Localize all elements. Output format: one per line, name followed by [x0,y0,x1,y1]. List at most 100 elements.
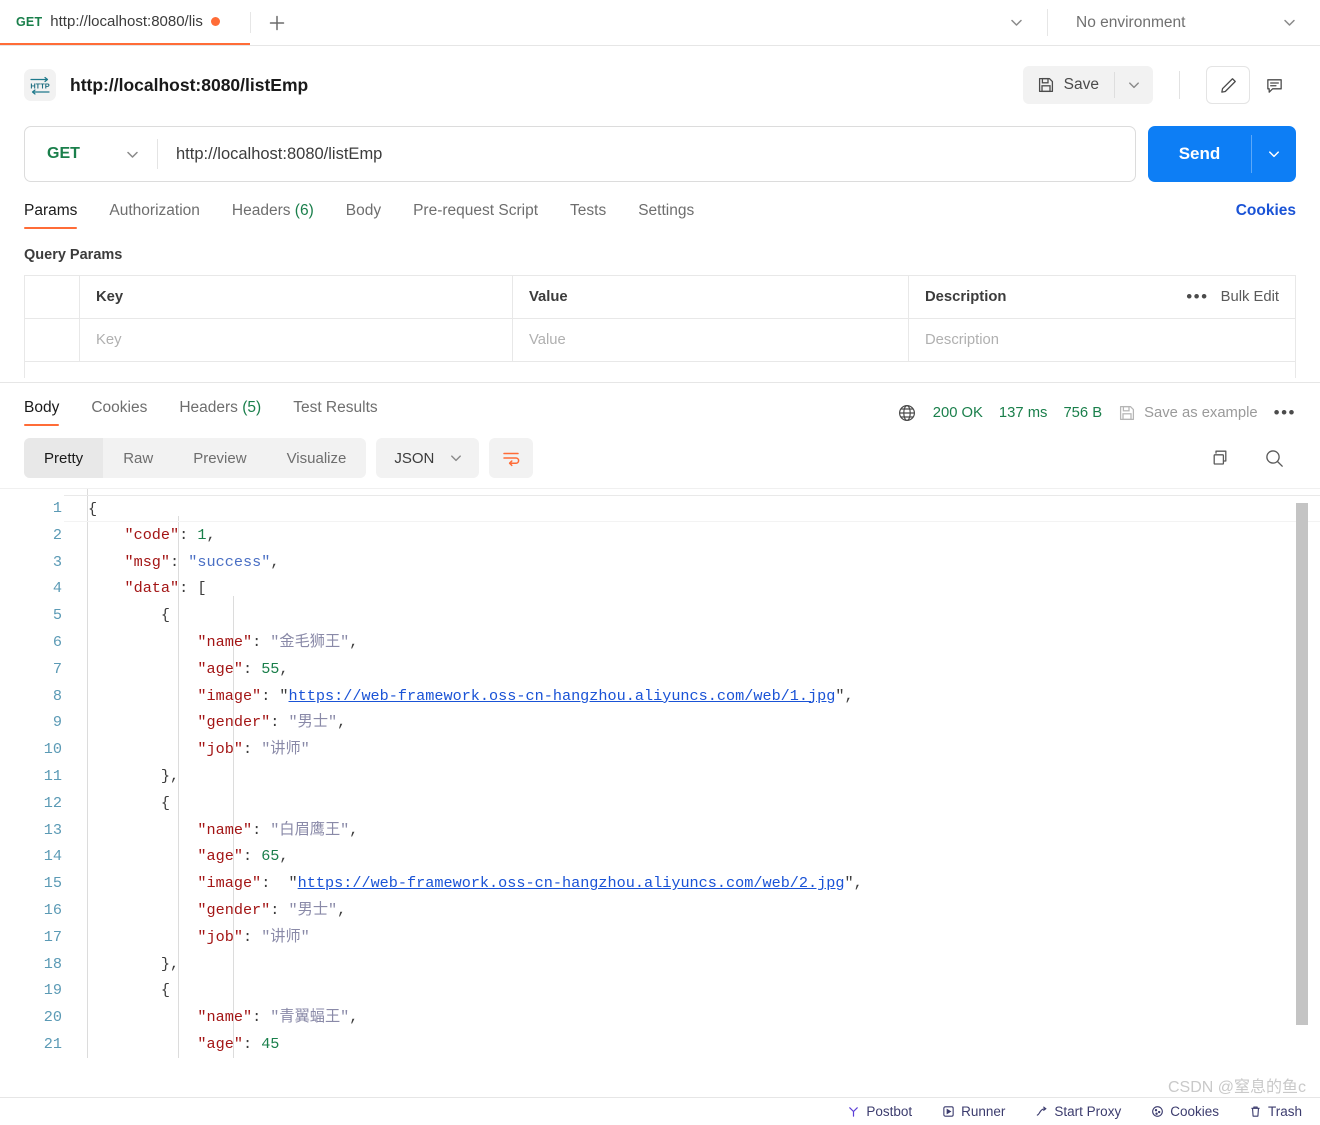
method-label: GET [47,145,80,162]
save-as-example-label: Save as example [1144,404,1258,421]
ellipsis-icon[interactable]: ••• [1186,287,1208,307]
environment-selector[interactable]: No environment [1048,0,1320,45]
url-input[interactable]: http://localhost:8080/listEmp [158,127,1135,181]
tabs-overflow-button[interactable] [985,0,1047,45]
runner-button[interactable]: Runner [942,1104,1005,1119]
line-number: 21 [43,1034,62,1053]
code-token: 55 [261,659,280,678]
scrollbar-thumb[interactable] [1296,503,1308,1025]
code-scroll-area[interactable]: 1 2 3 4 5 6 7 8 9 10 11 12 13 14 15 16 17 18 19 20 21 { "cod… [0,489,1320,1097]
code-line: { [76,602,1320,629]
start-proxy-button[interactable]: Start Proxy [1035,1104,1121,1119]
save-button-group: Save [1022,66,1153,104]
response-tab-cookies[interactable]: Cookies [91,399,147,426]
trash-button[interactable]: Trash [1249,1104,1302,1119]
view-mode-pretty[interactable]: Pretty [24,438,104,478]
view-mode-preview[interactable]: Preview [173,438,266,478]
tab-pre-request-script[interactable]: Pre-request Script [413,202,538,229]
code-link[interactable]: https://web-framework.oss-cn-hangzhou.al… [289,687,836,705]
view-mode-visualize[interactable]: Visualize [267,438,367,478]
code-token: , [279,659,289,678]
comment-button[interactable] [1252,66,1296,104]
language-selector[interactable]: JSON [376,438,480,478]
cookies-button[interactable]: Cookies [1151,1104,1219,1119]
code-token: "金毛狮王" [270,632,350,651]
code-token: "gender" [197,713,271,732]
query-params-title: Query Params [24,247,123,263]
globe-icon[interactable] [897,403,917,423]
save-as-example-button[interactable]: Save as example [1118,404,1258,422]
tab-settings[interactable]: Settings [638,202,694,229]
cookies-link[interactable]: Cookies [1236,202,1296,229]
edit-request-button[interactable] [1206,66,1250,104]
line-number: 3 [52,552,62,571]
code-token: { [88,500,98,518]
copy-response-button[interactable] [1198,438,1242,478]
line-number: 18 [43,954,62,973]
tab-authorization[interactable]: Authorization [109,202,199,229]
url-bar: GET http://localhost:8080/listEmp Send [0,118,1320,182]
code-token: "image" [197,874,262,893]
line-number: 1 [52,499,62,517]
wrap-lines-button[interactable] [489,438,534,478]
code-token: "gender" [197,900,271,919]
code-token: : [170,552,189,571]
tab-bar-spacer [303,0,985,45]
new-tab-button[interactable] [251,0,303,45]
send-button[interactable]: Send [1148,126,1251,182]
floppy-disk-icon [1037,76,1055,94]
code-token: : " [261,874,298,893]
code-content[interactable]: { "code": 1, "msg": "success", "data": [… [64,489,1320,1058]
query-params-table-tail [24,362,1296,378]
send-options-button[interactable] [1252,126,1296,182]
query-params-table: Key Value Description ••• Bulk Edit Key … [24,275,1296,362]
tab-label: Test Results [293,399,378,416]
param-description-input[interactable]: Description [909,319,1295,361]
code-token: : " [261,686,289,705]
response-tab-test-results[interactable]: Test Results [293,399,377,426]
save-options-button[interactable] [1115,66,1153,104]
response-tab-headers[interactable]: Headers (5) [179,399,261,426]
tab-params[interactable]: Params [24,202,78,229]
tab-body[interactable]: Body [346,202,381,229]
tab-label: Body [24,399,60,416]
view-mode-raw[interactable]: Raw [103,438,173,478]
method-selector[interactable]: GET [25,127,157,181]
code-link[interactable]: https://web-framework.oss-cn-hangzhou.al… [298,874,845,892]
response-more-button[interactable]: ••• [1274,403,1296,423]
tab-label: Params [24,202,78,219]
code-token: "男士" [288,900,338,919]
code-line: "msg": "success", [76,549,1320,576]
line-number: 15 [43,874,62,893]
wrap-lines-icon [501,448,521,468]
tab-headers[interactable]: Headers (6) [232,202,314,229]
code-token: : [179,525,198,544]
search-icon [1264,448,1285,469]
request-tab[interactable]: GET http://localhost:8080/lis [0,0,250,45]
code-line: "image": "https://web-framework.oss-cn-h… [76,683,1320,710]
postbot-button[interactable]: Postbot [847,1104,912,1119]
tab-tests[interactable]: Tests [570,202,606,229]
response-tabs: Body Cookies Headers (5) Test Results 20… [0,383,1320,426]
param-value-input[interactable]: Value [513,319,909,361]
row-checkbox-cell[interactable] [25,319,80,361]
trash-label: Trash [1267,1104,1302,1119]
code-line: "code": 1, [76,522,1320,549]
param-key-input[interactable]: Key [80,319,513,361]
bulk-edit-button[interactable]: Bulk Edit [1221,289,1279,305]
code-line: "age": 65, [76,843,1320,870]
copy-icon [1210,448,1230,468]
response-tab-body[interactable]: Body [24,399,60,426]
search-response-button[interactable] [1252,438,1296,478]
code-token: 45 [261,1034,280,1053]
code-token: "job" [197,740,243,759]
save-button[interactable]: Save [1023,66,1114,104]
code-scrollbar[interactable] [1296,503,1308,1079]
code-token: "image" [197,686,262,705]
